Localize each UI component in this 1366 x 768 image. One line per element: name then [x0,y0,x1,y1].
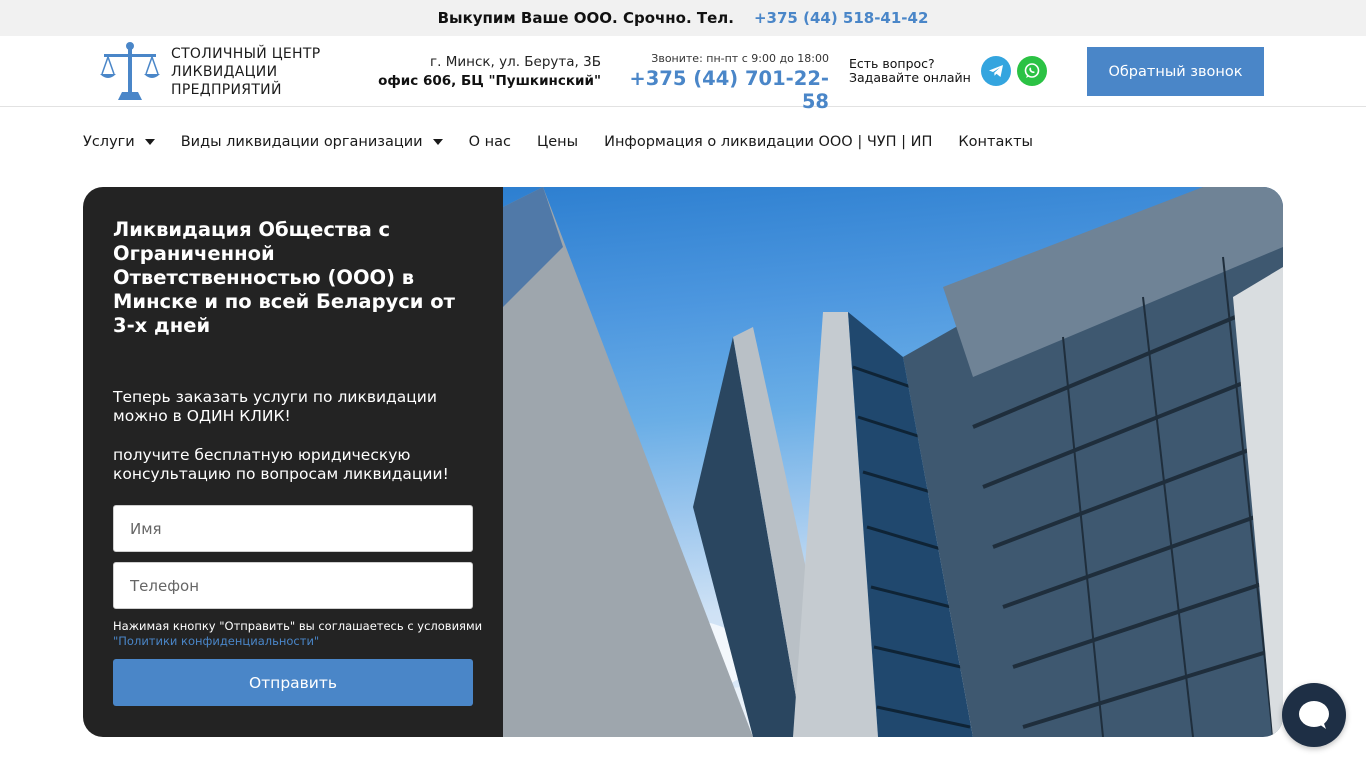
office-building-photo [443,187,1283,737]
nav-item-label: Контакты [958,134,1033,150]
name-field[interactable] [113,505,473,552]
hero-subtitle-one-click: Теперь заказать услуги по ликвидации мож… [113,388,437,425]
telegram-icon[interactable] [981,56,1011,86]
header: СТОЛИЧНЫЙ ЦЕНТР ЛИКВИДАЦИИ ПРЕДПРИЯТИЙ г… [0,36,1366,113]
address-office: офис 606, БЦ "Пушкинский" [378,73,601,89]
header-phone-link[interactable]: +375 (44) 701-22-58 [610,67,829,113]
topbar-phone-link[interactable]: +375 (44) 518-41-42 [754,9,928,27]
nav-item-contacts[interactable]: Контакты [958,134,1033,150]
working-hours: Звоните: пн-пт с 9:00 до 18:00 [651,52,829,65]
nav-item-liquidation-types[interactable]: Виды ликвидации организации [181,134,443,150]
privacy-consent-text: Нажимая кнопку "Отправить" вы соглашаете… [113,619,493,649]
logo-line-3: ПРЕДПРИЯТИЙ [171,82,282,98]
consent-text: Нажимая кнопку "Отправить" вы соглашаете… [113,619,483,633]
address-street: г. Минск, ул. Берута, 3Б [430,54,601,70]
topbar: Выкупим Ваше ООО. Срочно. Тел. +375 (44)… [0,0,1366,36]
scales-of-justice-icon[interactable] [98,40,162,102]
callback-button[interactable]: Обратный звонок [1087,47,1264,96]
nav-item-label: О нас [468,134,511,150]
hero-form-panel: Ликвидация Общества с Ограниченной Ответ… [83,187,503,737]
ask-online-text: Есть вопрос? Задавайте онлайн [849,57,971,84]
nav-item-label: Услуги [83,134,135,150]
hero-section: Ликвидация Общества с Ограниченной Ответ… [83,187,1283,737]
main-nav: Услуги Виды ликвидации организации О нас… [83,130,1059,154]
nav-item-prices[interactable]: Цены [537,134,578,150]
submit-button[interactable]: Отправить [113,659,473,706]
nav-item-services[interactable]: Услуги [83,134,155,150]
whatsapp-icon[interactable] [1017,56,1047,86]
hero-subtitle-consultation: получите бесплатную юридическую консульт… [113,446,449,483]
topbar-text: Выкупим Ваше ООО. Срочно. Тел. [437,9,734,27]
hero-title: Ликвидация Общества с Ограниченной Ответ… [113,218,455,337]
nav-item-label: Информация о ликвидации ООО | ЧУП | ИП [604,134,933,150]
logo-line-2: ЛИКВИДАЦИИ [171,64,278,80]
question-line-2: Задавайте онлайн [849,69,971,85]
question-line-1: Есть вопрос? [849,56,935,71]
phone-field[interactable] [113,562,473,609]
logo-line-1: СТОЛИЧНЫЙ ЦЕНТР [171,46,321,62]
nav-item-about[interactable]: О нас [469,134,511,150]
logo-text[interactable]: СТОЛИЧНЫЙ ЦЕНТР ЛИКВИДАЦИИ ПРЕДПРИЯТИЙ [171,45,320,99]
chevron-down-icon [144,139,155,145]
nav-item-label: Виды ликвидации организации [180,134,423,150]
office-address: г. Минск, ул. Берута, 3Б офис 606, БЦ "П… [360,53,601,91]
nav-item-info[interactable]: Информация о ликвидации ООО | ЧУП | ИП [604,134,932,150]
privacy-policy-link[interactable]: "Политики конфиденциальности" [113,634,319,648]
chevron-down-icon [432,139,443,145]
chat-bubble-icon[interactable] [1282,683,1346,747]
nav-item-label: Цены [536,134,579,150]
